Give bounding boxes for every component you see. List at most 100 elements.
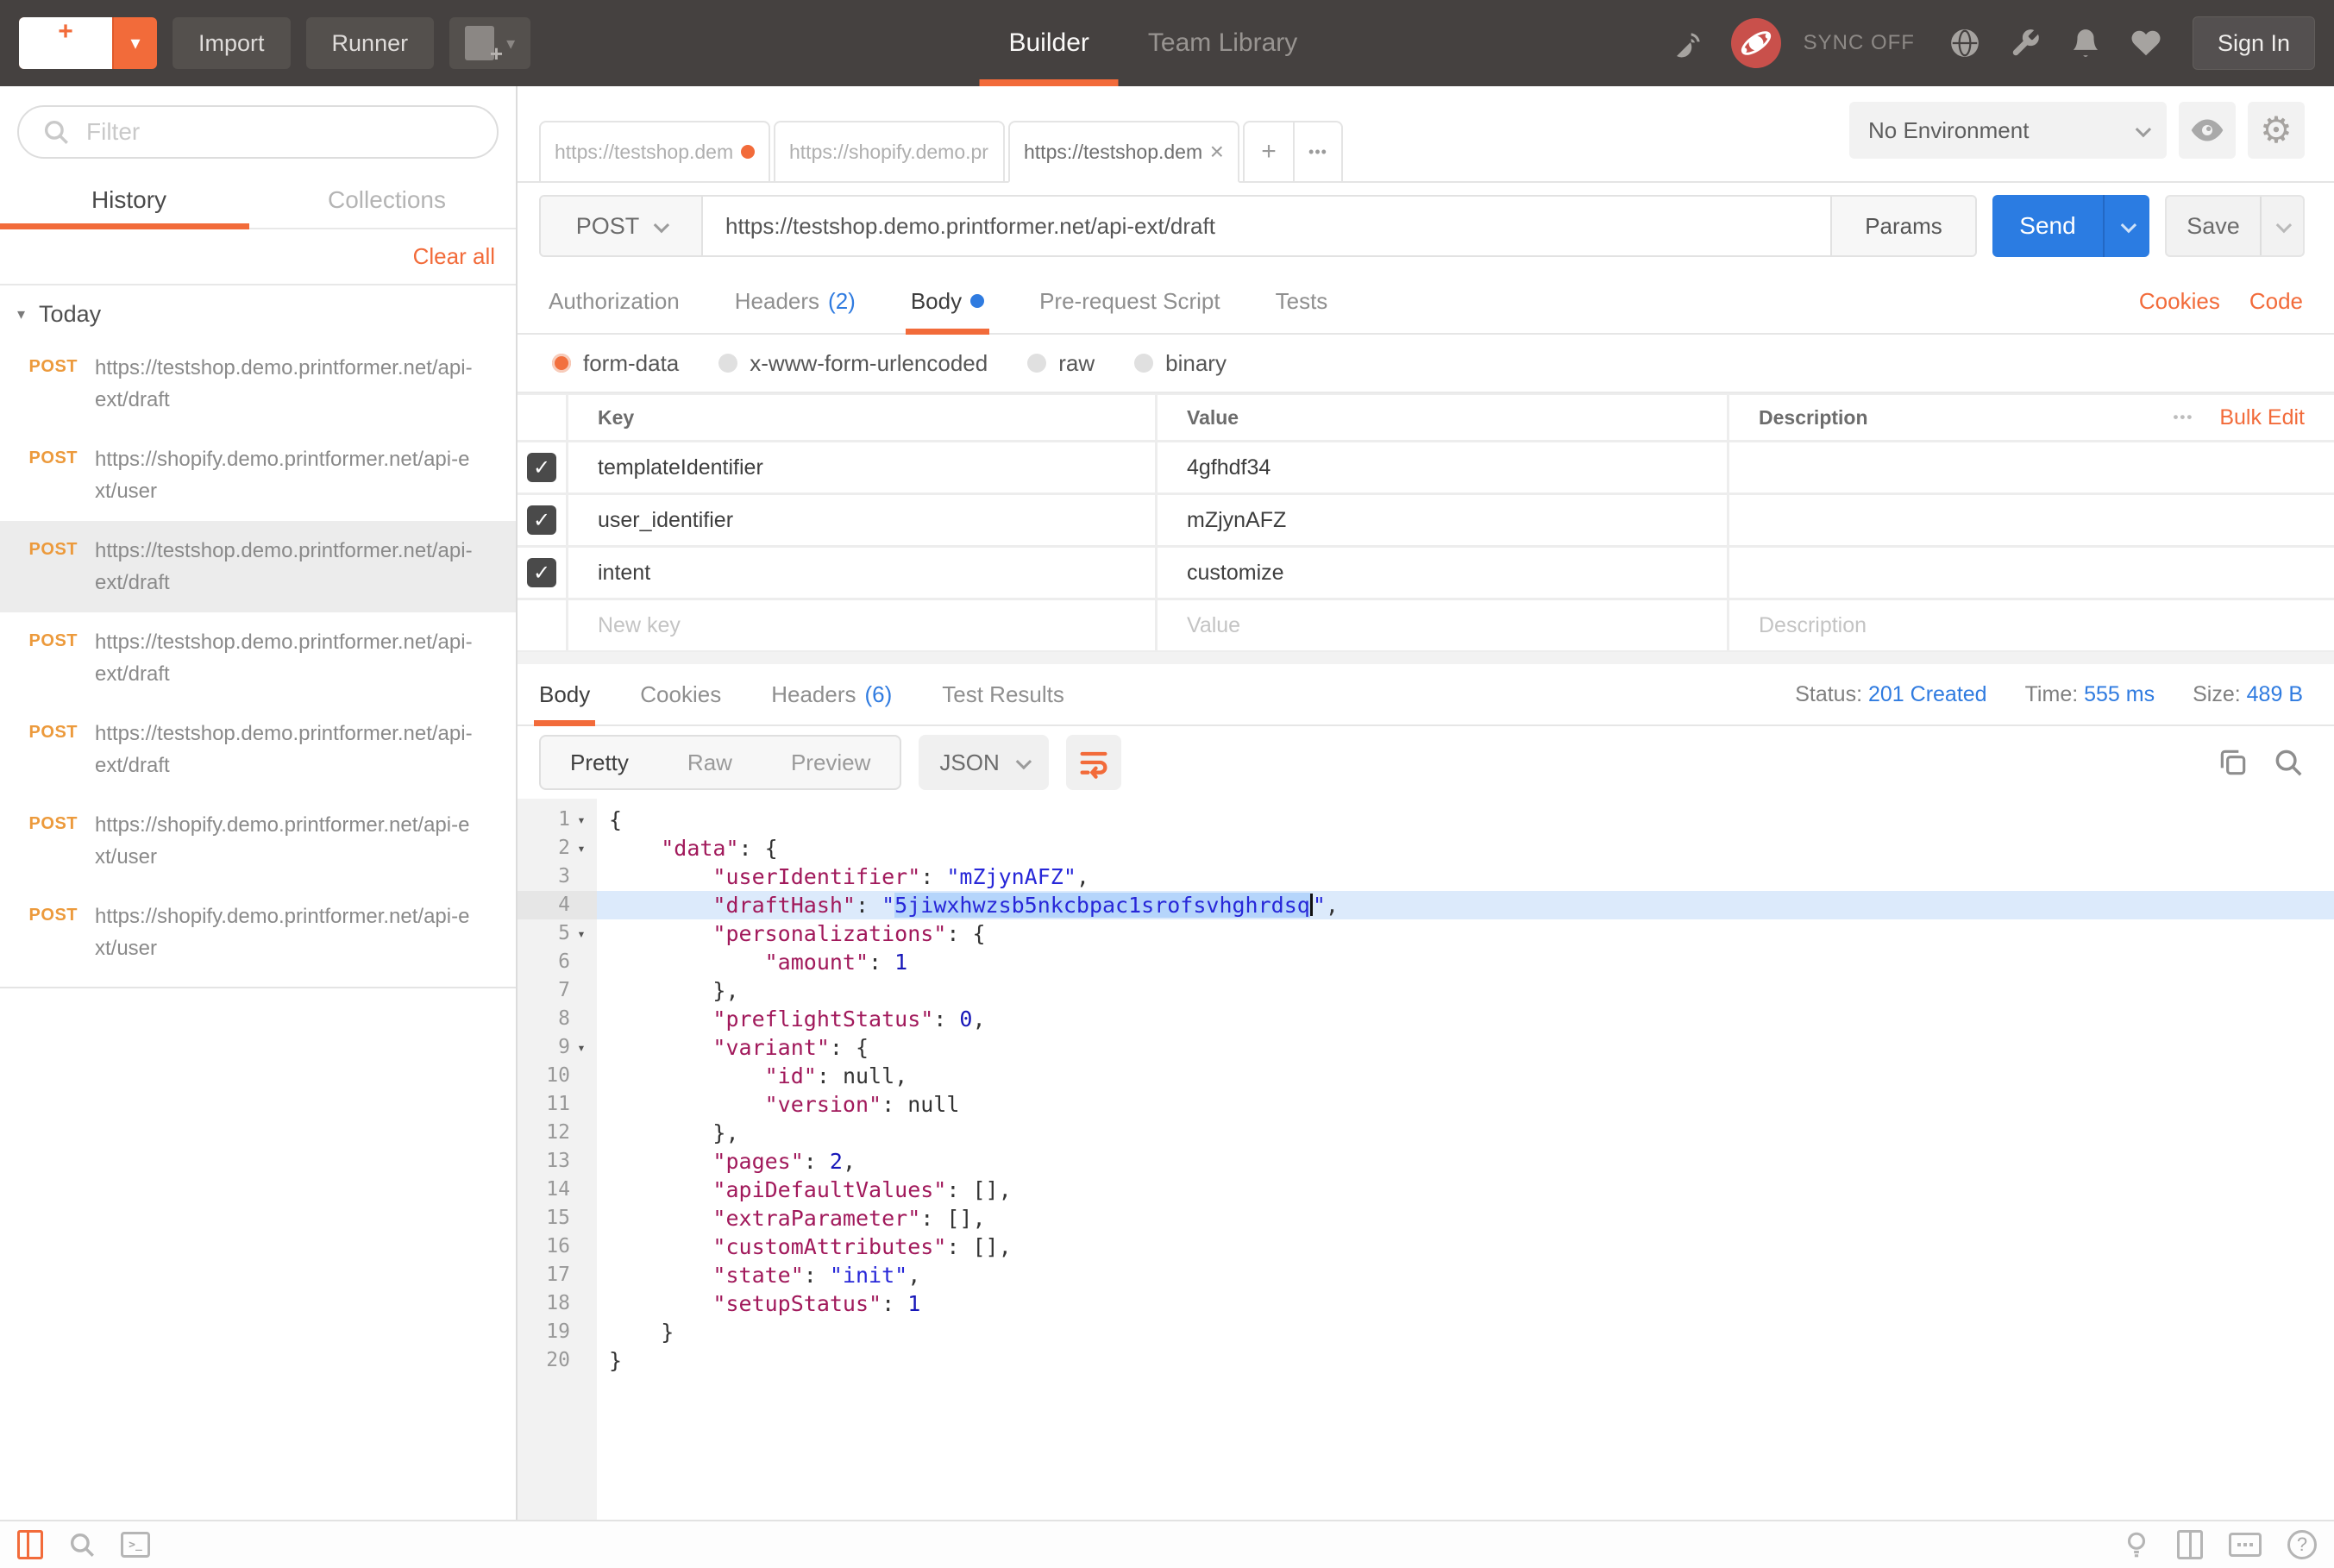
interceptor-icon[interactable] [1731, 18, 1781, 68]
tab-body[interactable]: Body [911, 269, 984, 333]
view-preview-button[interactable]: Preview [762, 737, 900, 788]
toggle-sidebar-button[interactable] [17, 1530, 43, 1559]
sidebar-tab-collections[interactable]: Collections [258, 174, 516, 228]
two-pane-layout-button[interactable] [2177, 1530, 2203, 1559]
close-icon[interactable]: × [1210, 138, 1224, 166]
tab-tests[interactable]: Tests [1276, 269, 1328, 333]
value-cell[interactable]: mZjynAFZ [1158, 495, 1727, 545]
description-cell[interactable] [1729, 548, 2334, 598]
row-checkbox-checked[interactable]: ✓ [527, 558, 556, 587]
new-window-button[interactable]: + ▾ [449, 17, 530, 69]
heart-icon[interactable] [2127, 24, 2165, 62]
history-item[interactable]: POST https://shopify.demo.printformer.ne… [0, 795, 516, 887]
history-item[interactable]: POST https://shopify.demo.printformer.ne… [0, 887, 516, 978]
runner-button[interactable]: Runner [306, 17, 435, 69]
new-key-cell[interactable]: New key [568, 600, 1155, 650]
line-gutter[interactable]: 9▾ [518, 1033, 597, 1062]
method-select[interactable]: POST [541, 197, 703, 255]
request-tab-active[interactable]: https://testshop.demo × [1008, 121, 1239, 183]
wrap-text-button[interactable] [1066, 735, 1121, 790]
send-button[interactable]: Send [1992, 195, 2149, 257]
history-url: https://testshop.demo.printformer.net/ap… [95, 535, 474, 599]
tab-overflow-button[interactable]: ••• [1293, 122, 1341, 181]
value-cell[interactable]: 4gfhdf34 [1158, 442, 1727, 492]
value-cell[interactable]: customize [1158, 548, 1727, 598]
line-gutter[interactable]: 5▾ [518, 919, 597, 948]
sidebar-tab-history[interactable]: History [0, 174, 258, 228]
environment-quicklook-button[interactable] [2179, 102, 2236, 159]
format-select[interactable]: JSON [919, 735, 1048, 790]
response-tab-headers[interactable]: Headers (6) [771, 664, 892, 724]
new-description-cell[interactable]: Description [1729, 600, 2334, 650]
console-button[interactable]: >_ [121, 1532, 150, 1558]
mode-x-www-form-urlencoded[interactable]: x-www-form-urlencoded [718, 350, 988, 377]
nav-tab-team-library[interactable]: Team Library [1119, 0, 1327, 86]
search-response-button[interactable] [2272, 746, 2305, 779]
bulk-edit-link[interactable]: Bulk Edit [2219, 405, 2305, 430]
key-cell[interactable]: intent [568, 548, 1155, 598]
tab-authorization[interactable]: Authorization [549, 269, 680, 333]
view-raw-button[interactable]: Raw [658, 737, 762, 788]
code-content: }, [597, 1119, 2334, 1147]
fold-arrow-icon[interactable]: ▾ [573, 919, 590, 948]
key-cell[interactable]: user_identifier [568, 495, 1155, 545]
keyboard-shortcuts-button[interactable] [2229, 1533, 2262, 1557]
response-tab-body[interactable]: Body [539, 664, 590, 724]
description-cell[interactable] [1729, 442, 2334, 492]
key-cell[interactable]: templateIdentifier [568, 442, 1155, 492]
new-dropdown-button[interactable]: ▾ [112, 17, 157, 69]
mode-binary[interactable]: binary [1134, 350, 1227, 377]
new-value-cell[interactable]: Value [1158, 600, 1727, 650]
history-item[interactable]: POST https://shopify.demo.printformer.ne… [0, 430, 516, 521]
view-pretty-button[interactable]: Pretty [541, 737, 658, 788]
save-dropdown-button[interactable] [2260, 197, 2303, 255]
response-body-editor[interactable]: 1▾{2▾ "data": {3 "userIdentifier": "mZjy… [518, 799, 2334, 1520]
fold-arrow-icon[interactable]: ▾ [573, 806, 590, 834]
description-cell[interactable] [1729, 495, 2334, 545]
history-item[interactable]: POST https://testshop.demo.printformer.n… [0, 338, 516, 430]
send-dropdown-button[interactable] [2103, 195, 2149, 257]
proxy-satellite-icon[interactable] [1671, 24, 1709, 62]
params-button[interactable]: Params [1830, 197, 1975, 255]
line-gutter[interactable]: 2▾ [518, 834, 597, 862]
clear-all-link[interactable]: Clear all [413, 243, 495, 270]
line-gutter: 6 [518, 948, 597, 976]
history-item[interactable]: POST https://testshop.demo.printformer.n… [0, 612, 516, 704]
cookies-link[interactable]: Cookies [2139, 288, 2220, 315]
filter-input[interactable] [17, 105, 499, 159]
history-group-today[interactable]: ▾ Today [0, 285, 516, 338]
row-checkbox-checked[interactable]: ✓ [527, 505, 556, 535]
row-checkbox-checked[interactable]: ✓ [527, 453, 556, 482]
response-tab-test-results[interactable]: Test Results [942, 664, 1064, 724]
environment-select[interactable]: No Environment [1849, 102, 2167, 159]
environment-settings-button[interactable]: ⚙ [2248, 102, 2305, 159]
tab-prerequest-script[interactable]: Pre-request Script [1039, 269, 1220, 333]
mode-raw[interactable]: raw [1027, 350, 1095, 377]
global-search-button[interactable] [67, 1530, 97, 1559]
sign-in-button[interactable]: Sign In [2193, 16, 2315, 70]
import-button[interactable]: Import [173, 17, 291, 69]
help-button[interactable]: ? [2287, 1530, 2317, 1559]
wrench-icon[interactable] [2006, 24, 2044, 62]
tab-headers[interactable]: Headers (2) [735, 269, 856, 333]
code-link[interactable]: Code [2249, 288, 2303, 315]
url-input[interactable] [703, 197, 1830, 255]
history-item-selected[interactable]: POST https://testshop.demo.printformer.n… [0, 521, 516, 612]
notifications-bell-icon[interactable] [2067, 24, 2105, 62]
nav-tab-builder[interactable]: Builder [979, 0, 1118, 86]
add-tab-button[interactable]: + [1245, 122, 1293, 181]
mode-form-data[interactable]: form-data [552, 350, 679, 377]
history-item[interactable]: POST https://testshop.demo.printformer.n… [0, 704, 516, 795]
request-tab[interactable]: https://shopify.demo.printfo [774, 121, 1005, 183]
fold-arrow-icon[interactable]: ▾ [573, 1033, 590, 1062]
tips-button[interactable] [2122, 1530, 2151, 1559]
line-gutter[interactable]: 1▾ [518, 806, 597, 834]
fold-arrow-icon[interactable]: ▾ [573, 834, 590, 862]
response-tab-cookies[interactable]: Cookies [640, 664, 721, 724]
request-tab[interactable]: https://testshop.demo [539, 121, 770, 183]
globe-icon[interactable] [1946, 24, 1984, 62]
copy-response-button[interactable] [2217, 746, 2249, 779]
new-button[interactable]: + New ▾ [19, 17, 157, 69]
save-button[interactable]: Save [2165, 195, 2305, 257]
table-options-icon[interactable]: ••• [2173, 409, 2193, 426]
